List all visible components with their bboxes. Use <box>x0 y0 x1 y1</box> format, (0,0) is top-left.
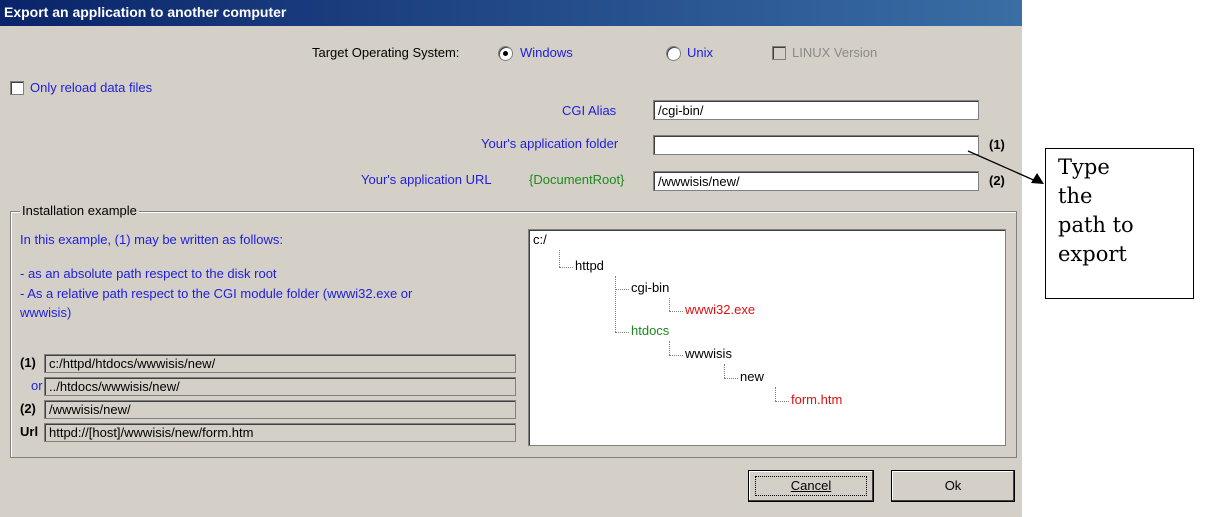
tree-connector <box>669 341 670 355</box>
only-reload-checkbox[interactable] <box>10 81 24 95</box>
cgi-alias-input[interactable] <box>653 100 979 120</box>
callout-arrow <box>967 150 1044 184</box>
cancel-button[interactable]: Cancel <box>748 470 874 502</box>
app-folder-label: Your's application folder <box>481 136 619 151</box>
tree-connector <box>559 250 560 267</box>
callout-line-2: the <box>1058 184 1093 208</box>
tree-connector <box>669 311 683 312</box>
tree-connector <box>775 387 776 401</box>
tree-connector <box>615 332 629 333</box>
tree-node-new[interactable]: new <box>740 369 764 384</box>
export-dialog: Export an application to another compute… <box>0 0 1022 517</box>
folder-tree[interactable]: c:/ httpd cgi-bin wwwi32.exe htdocs wwwi… <box>528 229 1006 446</box>
tree-node-wwwi32-exe[interactable]: wwwi32.exe <box>685 302 755 317</box>
tree-connector <box>615 289 629 290</box>
tree-connector <box>669 298 670 311</box>
tree-connector <box>724 378 738 379</box>
tree-node-htdocs[interactable]: htdocs <box>631 323 669 338</box>
tree-connector <box>669 355 683 356</box>
tree-connector <box>559 267 573 268</box>
tree-node-root[interactable]: c:/ <box>533 232 547 247</box>
unix-radio[interactable] <box>666 46 681 61</box>
example-row-label-1: (1) <box>20 355 36 370</box>
example-row-value-2: /wwwisis/new/ <box>44 400 516 419</box>
window-title: Export an application to another compute… <box>4 4 287 20</box>
example-bullet-3: wwwisis) <box>20 305 72 320</box>
callout-line-3: path to <box>1058 213 1134 237</box>
callout-line-1: Type <box>1058 155 1110 179</box>
app-folder-input[interactable] <box>653 135 979 155</box>
tree-node-cgi-bin[interactable]: cgi-bin <box>631 280 669 295</box>
example-bullet-1: - as an absolute path respect to the dis… <box>20 266 277 281</box>
example-row-value-url: httpd://[host]/wwwisis/new/form.htm <box>44 423 516 442</box>
example-row-label-or: or <box>31 378 43 393</box>
windows-radio-label[interactable]: Windows <box>520 45 573 60</box>
ok-button-label: Ok <box>944 478 962 493</box>
unix-radio-label[interactable]: Unix <box>687 45 713 60</box>
tree-node-wwwisis[interactable]: wwwisis <box>685 346 732 361</box>
focus-rectangle <box>755 476 867 496</box>
ok-button[interactable]: Ok <box>891 470 1015 502</box>
example-row-label-2: (2) <box>20 401 36 416</box>
tree-connector <box>615 276 616 332</box>
windows-radio[interactable] <box>498 46 513 61</box>
tree-node-httpd[interactable]: httpd <box>575 258 604 273</box>
linux-version-checkbox[interactable] <box>772 46 786 60</box>
only-reload-label[interactable]: Only reload data files <box>30 80 152 95</box>
title-bar: Export an application to another compute… <box>0 0 1022 26</box>
app-url-label: Your's application URL <box>361 172 492 187</box>
target-os-label: Target Operating System: <box>312 45 460 60</box>
example-bullet-2: - As a relative path respect to the CGI … <box>20 286 413 301</box>
callout-line-4: export <box>1058 242 1127 266</box>
example-intro: In this example, (1) may be written as f… <box>20 232 283 247</box>
example-row-value-1: c:/httpd/htdocs/wwwisis/new/ <box>44 354 516 373</box>
tree-node-form-htm[interactable]: form.htm <box>791 392 842 407</box>
annotation-callout: Type the path to export <box>1045 148 1194 299</box>
example-row-label-url: Url <box>20 424 39 439</box>
cgi-alias-label: CGI Alias <box>562 103 617 118</box>
linux-version-label: LINUX Version <box>792 45 878 60</box>
tree-connector <box>775 401 789 402</box>
installation-example-title: Installation example <box>20 203 139 218</box>
tree-connector <box>724 364 725 378</box>
app-url-input[interactable] <box>653 171 979 191</box>
example-row-value-or: ../htdocs/wwwisis/new/ <box>44 377 516 396</box>
document-root-hint: {DocumentRoot} <box>529 172 625 187</box>
